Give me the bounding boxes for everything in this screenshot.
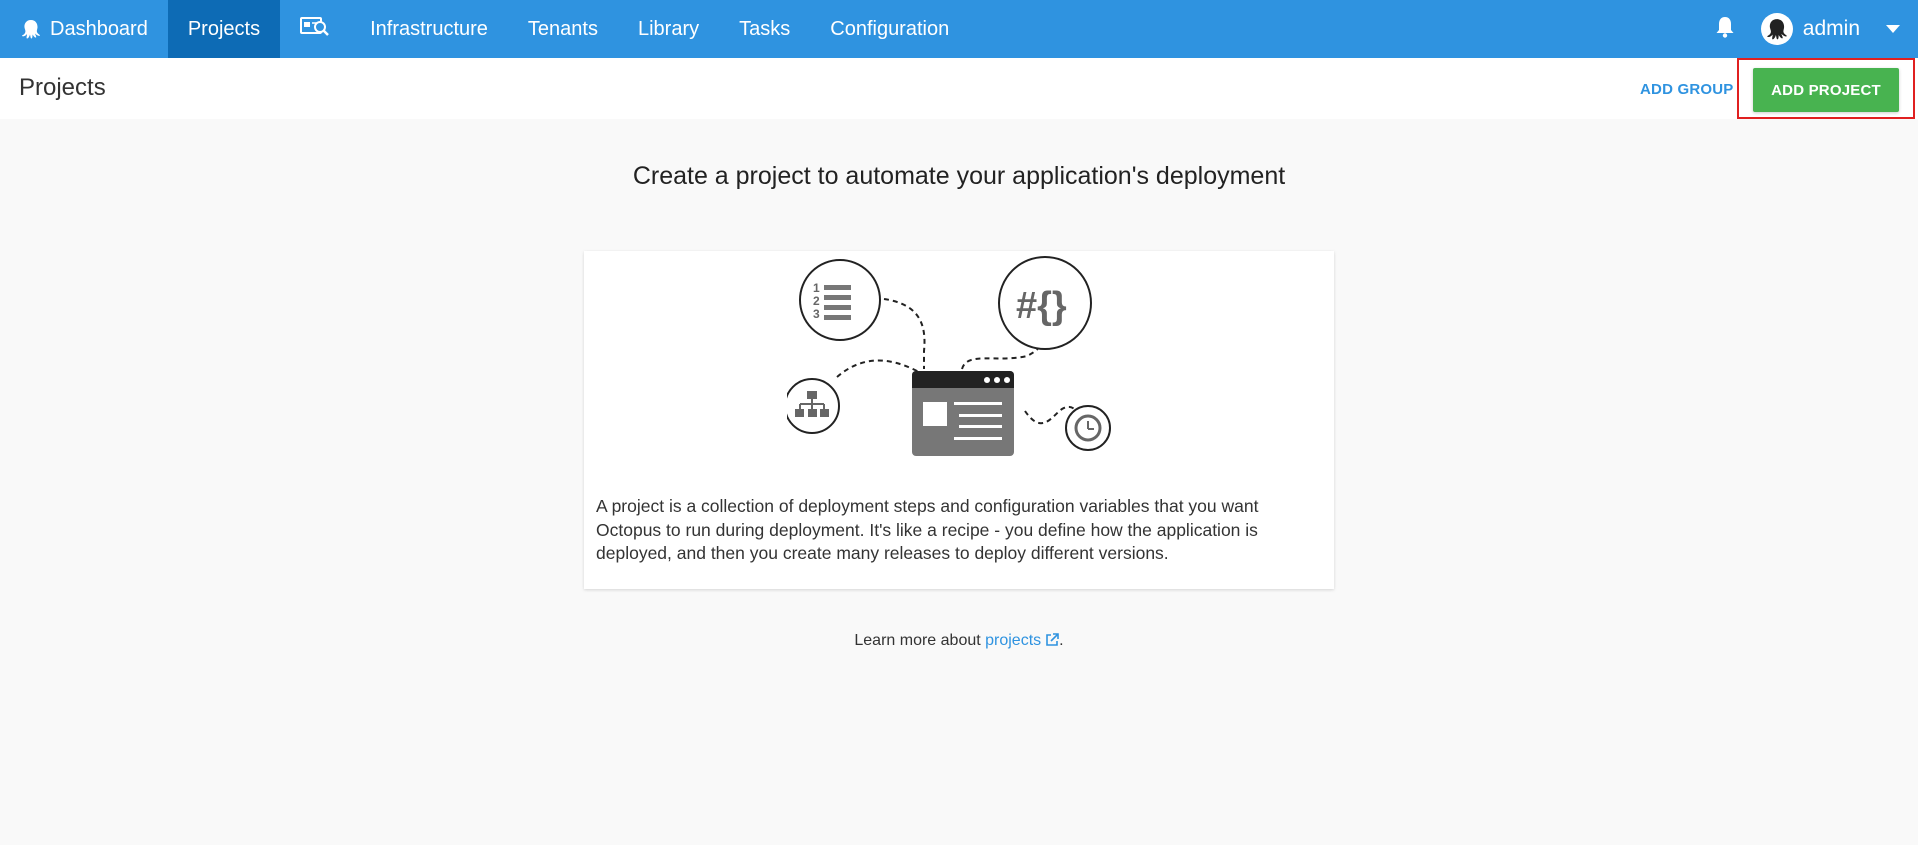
nav-tasks-label: Tasks <box>739 17 791 40</box>
audit-search-icon <box>300 15 330 43</box>
nav-library[interactable]: Library <box>618 0 719 58</box>
nav-infrastructure-label: Infrastructure <box>370 17 488 40</box>
project-illustration: 1 2 3 #{} <box>787 256 1111 456</box>
nav-audit[interactable] <box>280 0 350 58</box>
svg-text:2: 2 <box>813 294 820 308</box>
caret-down-icon[interactable] <box>1886 25 1900 33</box>
bell-icon <box>1715 15 1735 44</box>
nav-configuration-label: Configuration <box>830 17 950 40</box>
nav-tasks[interactable]: Tasks <box>719 0 810 58</box>
notifications-button[interactable] <box>1689 0 1761 58</box>
nav-configuration[interactable]: Configuration <box>810 0 969 58</box>
top-nav: Dashboard Projects Infrastructure Tenant… <box>0 0 1918 58</box>
nav-dashboard-label: Dashboard <box>50 17 148 40</box>
svg-text:1: 1 <box>813 281 820 295</box>
nav-dashboard[interactable]: Dashboard <box>0 0 168 58</box>
page-header: Projects ADD GROUP <box>0 58 1918 119</box>
onboarding-headline: Create a project to automate your applic… <box>632 162 1286 190</box>
nav-projects[interactable]: Projects <box>167 0 281 58</box>
add-group-button[interactable]: ADD GROUP <box>1640 81 1733 98</box>
nav-infrastructure[interactable]: Infrastructure <box>350 0 508 58</box>
add-project-button[interactable]: ADD PROJECT <box>1753 68 1899 112</box>
learn-more: Learn more about projects. <box>0 632 1918 652</box>
projects-docs-link[interactable]: projects <box>985 632 1059 649</box>
nav-projects-label: Projects <box>187 17 261 40</box>
learn-more-prefix: Learn more about <box>854 632 986 649</box>
user-menu[interactable]: admin <box>1760 0 1918 58</box>
nav-tenants[interactable]: Tenants <box>508 0 618 58</box>
projects-docs-link-label: projects <box>985 632 1042 649</box>
external-link-icon <box>1045 633 1059 652</box>
octopus-logo-icon <box>20 18 42 40</box>
svg-text:3: 3 <box>813 307 820 321</box>
svg-text:#{}: #{} <box>1016 285 1067 327</box>
page-title: Projects <box>19 74 106 101</box>
user-name: admin <box>1802 17 1860 40</box>
onboarding-card: 1 2 3 #{} A project is a collection of d… <box>584 251 1334 589</box>
project-description: A project is a collection of deployment … <box>596 496 1259 563</box>
user-avatar-icon <box>1760 13 1793 45</box>
nav-tenants-label: Tenants <box>527 17 598 40</box>
nav-library-label: Library <box>637 17 700 40</box>
learn-more-suffix: . <box>1059 632 1064 649</box>
